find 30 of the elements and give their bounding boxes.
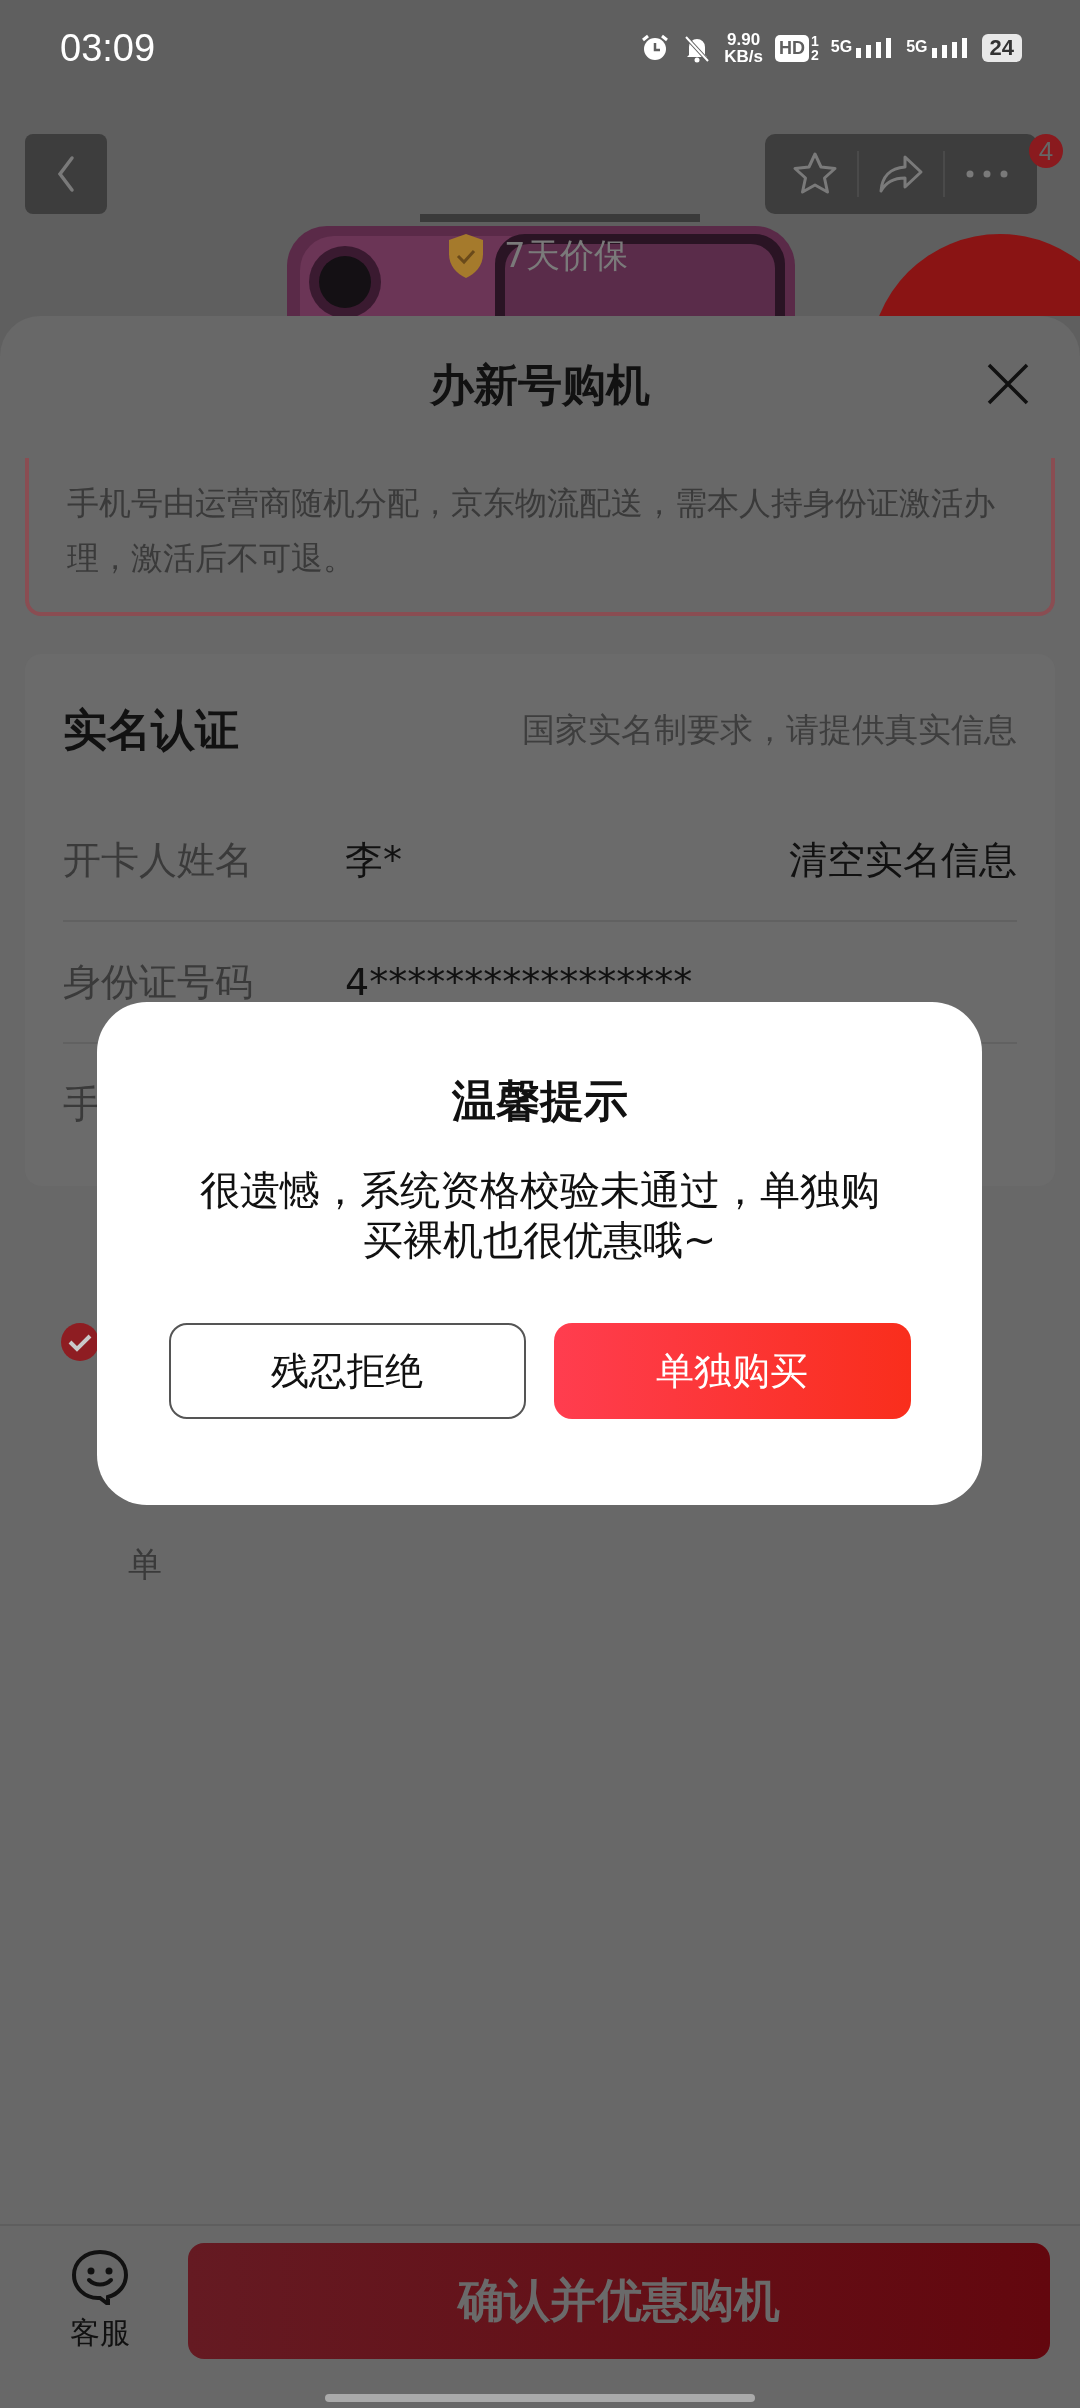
chat-smile-icon	[70, 2248, 130, 2305]
network-type: 5G	[906, 38, 928, 56]
price-protection-label: 7天价保	[504, 234, 628, 277]
buy-alone-button[interactable]: 单独购买	[553, 1323, 911, 1419]
decline-button[interactable]: 残忍拒绝	[168, 1323, 526, 1419]
network-speed-unit: KB/s	[724, 48, 764, 65]
close-icon	[986, 362, 1030, 406]
status-time: 03:09	[60, 26, 156, 70]
battery-level: 24	[981, 34, 1022, 62]
dialog-title: 温馨提示	[451, 1074, 628, 1128]
network-type: 5G	[830, 38, 853, 56]
sim-number: 1	[811, 34, 819, 48]
network-speed: 9.90	[727, 31, 761, 48]
field-value: 李*	[345, 836, 403, 884]
notification-badge: 4	[1029, 134, 1063, 168]
close-button[interactable]	[986, 362, 1030, 406]
shield-check-icon	[446, 232, 486, 280]
alarm-icon	[640, 33, 671, 63]
hd-badge: HD	[775, 34, 810, 62]
back-button[interactable]	[25, 134, 107, 214]
signal-icon	[929, 38, 970, 58]
checkbox[interactable]	[60, 1322, 100, 1362]
sim-number: 2	[811, 48, 819, 62]
field-value: 4*****************	[345, 960, 694, 1004]
card-title: 实名认证	[63, 702, 239, 757]
clear-info-link[interactable]: 清空实名信息	[789, 834, 1017, 886]
sheet-title: 办新号购机	[430, 357, 650, 412]
confirm-purchase-button[interactable]: 确认并优惠购机	[188, 2243, 1050, 2359]
dialog-message: 很遗憾，系统资格校验未通过，单独购买裸机也很优惠哦~	[198, 1166, 881, 1265]
customer-service-button[interactable]: 客服	[70, 2248, 130, 2354]
